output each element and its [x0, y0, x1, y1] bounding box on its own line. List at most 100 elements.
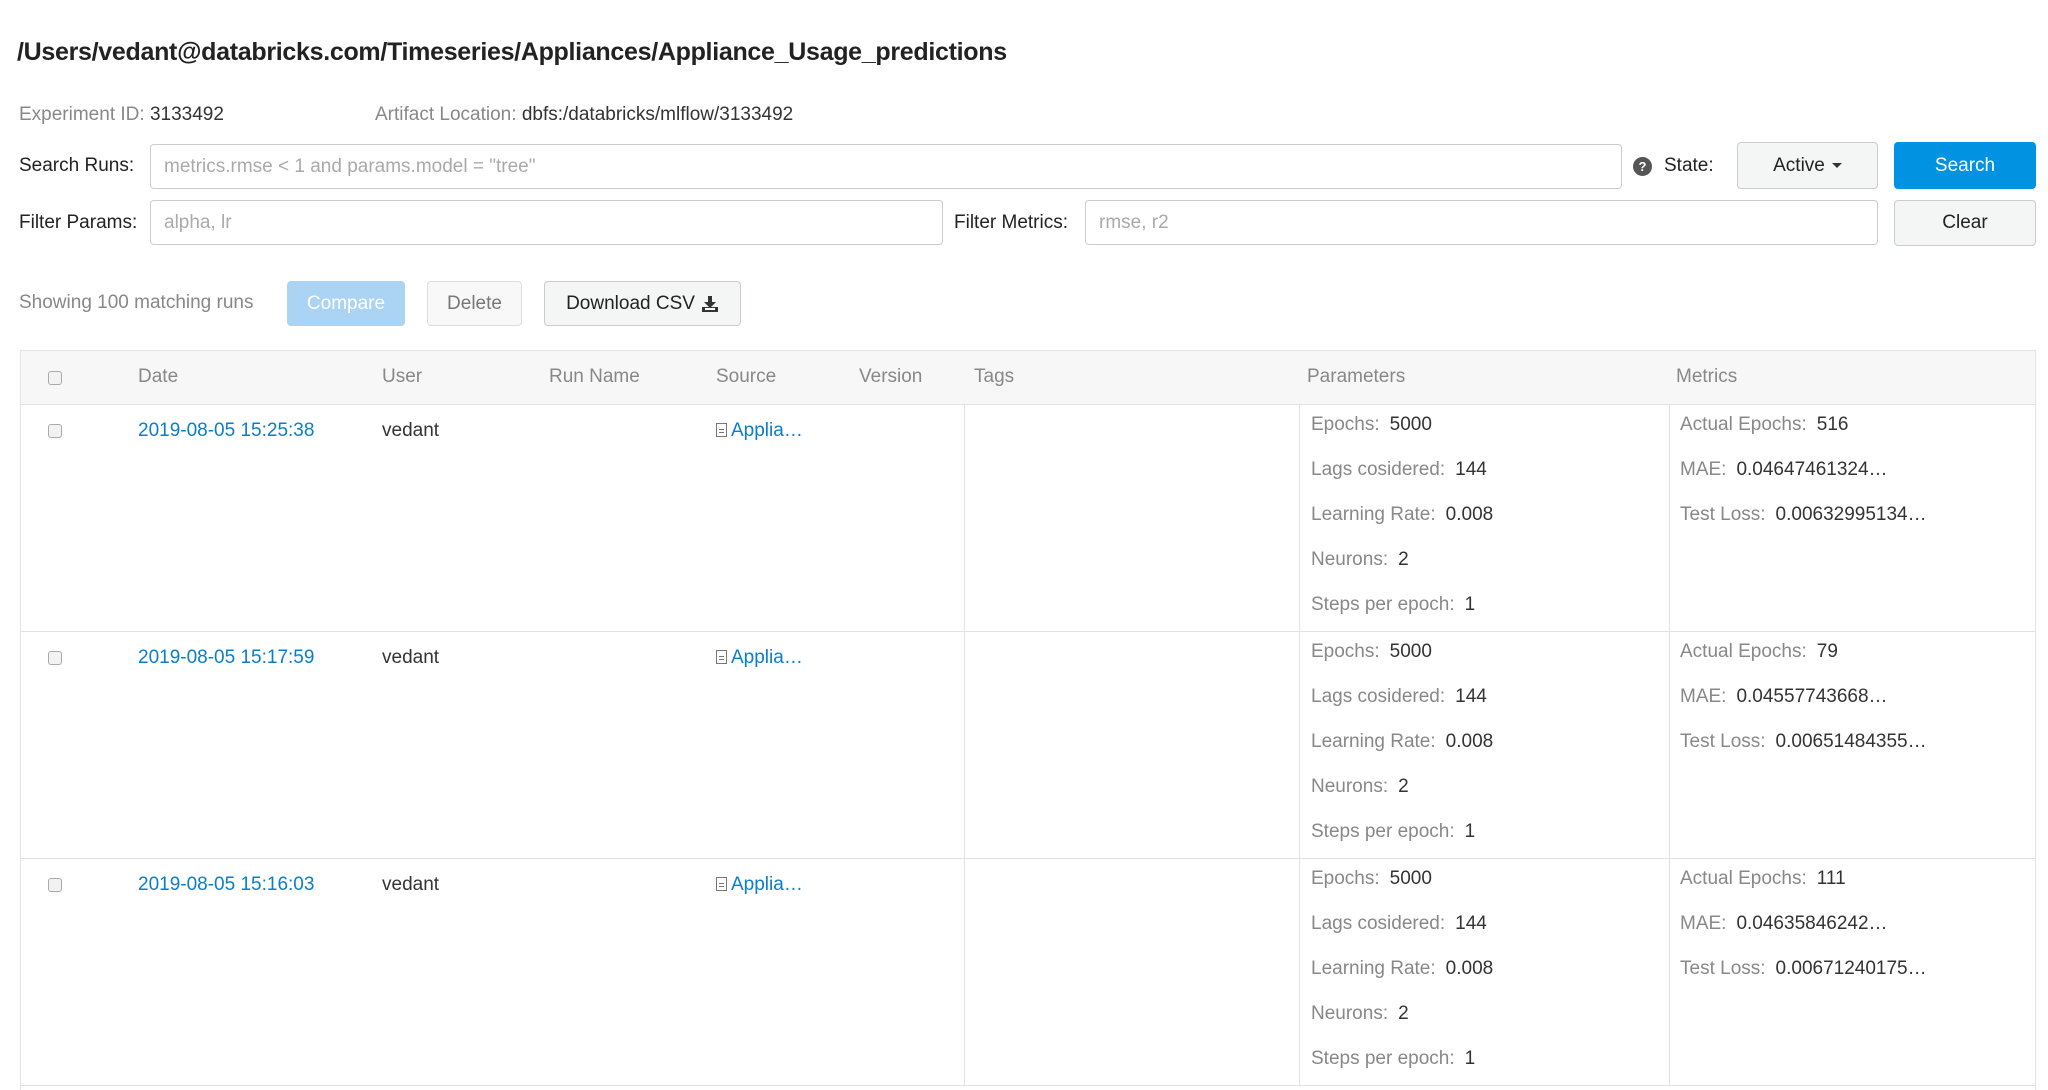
param-value: 2	[1398, 1003, 1409, 1024]
file-icon	[716, 877, 727, 891]
run-source-link[interactable]: Applia…	[731, 874, 803, 895]
param-lags: Lags cosidered: 144	[1311, 459, 1487, 481]
param-key: Steps per epoch:	[1311, 594, 1455, 615]
runs-table: Date User Run Name Source Version Tags P…	[20, 350, 2036, 1090]
param-key: Lags cosidered:	[1311, 913, 1446, 934]
artifact-location-value: dbfs:/databricks/mlflow/3133492	[521, 104, 794, 125]
metric-value: 516	[1816, 414, 1849, 435]
column-header-source[interactable]: Source	[716, 366, 776, 388]
param-key: Steps per epoch:	[1311, 1048, 1455, 1069]
state-label: State:	[1664, 155, 1714, 176]
search-runs-input[interactable]	[150, 144, 1622, 189]
state-dropdown[interactable]: Active	[1737, 142, 1878, 189]
param-learning-rate: Learning Rate: 0.008	[1311, 731, 1493, 753]
artifact-location: Artifact Location: dbfs:/databricks/mlfl…	[375, 104, 793, 126]
param-key: Neurons:	[1311, 549, 1389, 570]
metric-key: Test Loss:	[1680, 504, 1766, 525]
run-source[interactable]: Applia…	[716, 420, 803, 442]
param-value: 5000	[1389, 868, 1432, 889]
run-date-link[interactable]: 2019-08-05 15:16:03	[138, 874, 314, 896]
param-value: 2	[1398, 776, 1409, 797]
table-row: 2019-08-05 15:25:38 vedant Applia… Epoch…	[21, 405, 2035, 632]
filter-params-input[interactable]	[150, 200, 943, 245]
column-header-tags: Tags	[974, 366, 1015, 387]
metric-key: MAE:	[1680, 686, 1727, 707]
param-epochs: Epochs: 5000	[1311, 641, 1432, 663]
metric-mae: MAE: 0.04647461324…	[1680, 459, 1888, 481]
compare-button[interactable]: Compare	[287, 281, 405, 326]
metric-key: Test Loss:	[1680, 958, 1766, 979]
param-steps-per-epoch: Steps per epoch: 1	[1311, 821, 1475, 843]
param-learning-rate: Learning Rate: 0.008	[1311, 504, 1493, 526]
run-user: vedant	[382, 874, 440, 895]
param-value: 144	[1455, 459, 1487, 480]
experiment-id-label: Experiment ID:	[19, 104, 145, 125]
chevron-down-icon	[1831, 163, 1842, 168]
param-value: 0.008	[1445, 504, 1494, 525]
metric-key: MAE:	[1680, 459, 1727, 480]
download-csv-button[interactable]: Download CSV	[544, 281, 741, 326]
param-steps-per-epoch: Steps per epoch: 1	[1311, 1048, 1475, 1070]
metric-actual-epochs: Actual Epochs: 111	[1680, 868, 1846, 890]
run-source[interactable]: Applia…	[716, 874, 803, 896]
file-icon	[716, 650, 727, 664]
column-divider	[964, 859, 965, 1085]
param-value: 5000	[1389, 641, 1432, 662]
row-checkbox[interactable]	[48, 424, 62, 438]
column-header-run-name[interactable]: Run Name	[549, 366, 640, 388]
metric-value: 0.04635846242…	[1736, 913, 1888, 934]
table-header: Date User Run Name Source Version Tags P…	[21, 351, 2035, 405]
param-key: Epochs:	[1311, 868, 1380, 889]
run-date-link[interactable]: 2019-08-05 15:25:38	[138, 420, 314, 442]
metric-mae: MAE: 0.04635846242…	[1680, 913, 1888, 935]
param-key: Lags cosidered:	[1311, 686, 1446, 707]
column-divider	[1299, 859, 1300, 1085]
metric-mae: MAE: 0.04557743668…	[1680, 686, 1888, 708]
param-key: Neurons:	[1311, 776, 1389, 797]
column-header-user[interactable]: User	[382, 366, 422, 388]
file-icon	[716, 423, 727, 437]
param-value: 5000	[1389, 414, 1432, 435]
metric-key: Test Loss:	[1680, 731, 1766, 752]
param-key: Learning Rate:	[1311, 731, 1436, 752]
param-neurons: Neurons: 2	[1311, 549, 1409, 571]
filter-metrics-input[interactable]	[1085, 200, 1878, 245]
param-learning-rate: Learning Rate: 0.008	[1311, 958, 1493, 980]
row-checkbox[interactable]	[48, 651, 62, 665]
param-key: Learning Rate:	[1311, 504, 1436, 525]
param-key: Neurons:	[1311, 1003, 1389, 1024]
param-neurons: Neurons: 2	[1311, 1003, 1409, 1025]
column-divider	[1669, 405, 1670, 631]
run-source-link[interactable]: Applia…	[731, 420, 803, 441]
column-divider	[1299, 632, 1300, 858]
run-user: vedant	[382, 420, 440, 441]
help-icon[interactable]: ?	[1633, 157, 1652, 176]
row-checkbox[interactable]	[48, 878, 62, 892]
select-all-checkbox[interactable]	[48, 371, 62, 385]
column-divider	[1669, 632, 1670, 858]
param-key: Epochs:	[1311, 641, 1380, 662]
clear-button[interactable]: Clear	[1894, 200, 2036, 246]
search-runs-label: Search Runs:	[19, 155, 135, 176]
param-value: 144	[1455, 913, 1487, 934]
column-header-date[interactable]: Date	[138, 366, 178, 388]
state-value: Active	[1773, 154, 1825, 176]
run-source-link[interactable]: Applia…	[731, 647, 803, 668]
param-value: 1	[1464, 821, 1476, 842]
column-header-version[interactable]: Version	[859, 366, 922, 388]
param-value: 1	[1464, 594, 1476, 615]
column-divider	[1669, 859, 1670, 1085]
table-row: 2019-08-05 15:16:03 vedant Applia… Epoch…	[21, 859, 2035, 1086]
delete-button[interactable]: Delete	[427, 281, 522, 326]
metric-value: 111	[1816, 868, 1846, 889]
run-user: vedant	[382, 647, 440, 668]
run-source[interactable]: Applia…	[716, 647, 803, 669]
search-button[interactable]: Search	[1894, 142, 2036, 189]
run-date-link[interactable]: 2019-08-05 15:17:59	[138, 647, 314, 669]
experiment-id-value: 3133492	[149, 104, 224, 125]
metric-value: 0.00651484355…	[1775, 731, 1927, 752]
metric-key: Actual Epochs:	[1680, 414, 1807, 435]
column-divider	[964, 405, 965, 631]
column-header-metrics: Metrics	[1676, 366, 1738, 387]
metric-key: Actual Epochs:	[1680, 641, 1807, 662]
